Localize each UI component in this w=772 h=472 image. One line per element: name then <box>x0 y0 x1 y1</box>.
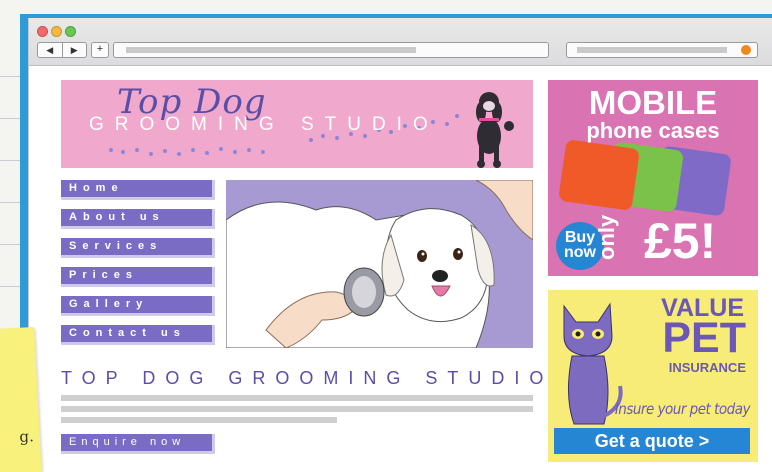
hero-dog-grooming-image <box>226 180 533 348</box>
main-navigation: Home About us Services Prices Gallery Co… <box>61 180 215 354</box>
page-title: TOP DOG GROOMING STUDIO <box>61 368 554 388</box>
ad-pet-insurance-label: INSURANCE <box>668 360 746 375</box>
nav-item-home[interactable]: Home <box>61 180 215 200</box>
ad-mobile-subtitle: phone cases <box>586 118 720 143</box>
ad-mobile-phone-cases[interactable]: MOBILE phone cases Buy now only £5! <box>548 80 758 276</box>
search-placeholder-bar <box>577 47 727 53</box>
search-input[interactable] <box>566 42 758 58</box>
maximize-window-icon[interactable] <box>65 26 76 37</box>
get-a-quote-button[interactable]: Get a quote > <box>554 428 750 454</box>
nav-item-about-us[interactable]: About us <box>61 209 215 229</box>
cat-icon <box>563 302 623 425</box>
ad-pet-tagline: Insure your pet today <box>614 400 751 418</box>
address-placeholder-bar <box>126 47 416 53</box>
history-nav: ◀ ▶ <box>37 42 87 58</box>
search-go-icon[interactable] <box>741 45 751 55</box>
nav-item-contact-us[interactable]: Contact us <box>61 325 215 345</box>
dog-illustration <box>226 180 533 348</box>
text-placeholder-line <box>61 406 533 412</box>
ad-mobile-title: MOBILE <box>588 84 718 121</box>
enquire-now-button[interactable]: Enquire now <box>61 434 215 454</box>
forward-icon[interactable]: ▶ <box>63 43 87 57</box>
nav-item-gallery[interactable]: Gallery <box>61 296 215 316</box>
new-tab-button[interactable]: + <box>91 42 109 58</box>
browser-window: ◀ ▶ + Top Dog GROOMING STUDIO Home About… <box>28 18 772 472</box>
minimize-window-icon[interactable] <box>51 26 62 37</box>
back-icon[interactable]: ◀ <box>38 43 63 57</box>
ad-only-label: only <box>594 214 619 260</box>
text-placeholder-line <box>61 395 533 401</box>
ad-price: £5! <box>644 213 717 269</box>
nav-item-services[interactable]: Services <box>61 238 215 258</box>
ad-pet-title: PET <box>662 314 746 362</box>
nav-item-prices[interactable]: Prices <box>61 267 215 287</box>
address-bar[interactable] <box>113 42 549 58</box>
browser-toolbar: ◀ ▶ + <box>29 18 772 66</box>
sticky-note-text: g. <box>18 427 35 446</box>
logo-subtitle: GROOMING STUDIO <box>89 114 439 135</box>
text-placeholder-line <box>61 417 337 423</box>
ad-pet-insurance[interactable]: VALUE PET INSURANCE Insure your pet toda… <box>548 290 758 462</box>
site-header-banner: Top Dog GROOMING STUDIO <box>61 80 533 168</box>
close-window-icon[interactable] <box>37 26 48 37</box>
